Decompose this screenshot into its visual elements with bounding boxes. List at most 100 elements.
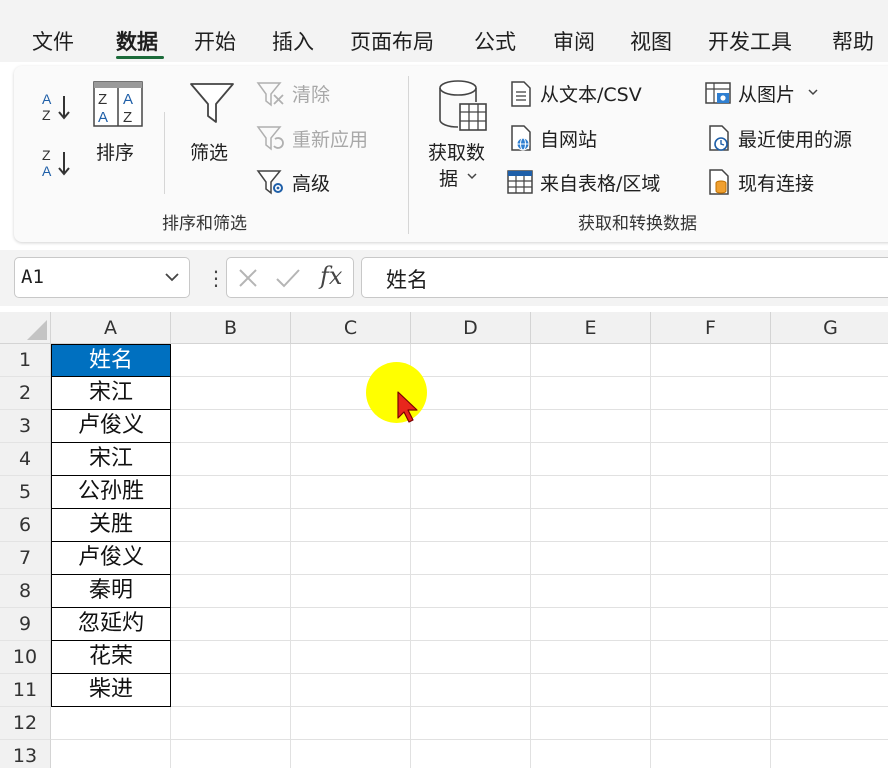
get-data-button-line2[interactable]: 据 xyxy=(439,164,458,191)
from-web-button[interactable]: 自网站 xyxy=(540,125,597,152)
gridline-horizontal xyxy=(51,508,888,509)
from-picture-button[interactable]: 从图片 xyxy=(738,80,795,107)
row-header[interactable]: 11 xyxy=(0,674,51,707)
tab-page-layout[interactable]: 页面布局 xyxy=(350,26,434,56)
row-header[interactable]: 9 xyxy=(0,608,51,641)
column-header-g[interactable]: G xyxy=(771,312,888,344)
filter-button[interactable]: 筛选 xyxy=(190,138,228,165)
table-cell[interactable]: 宋江 xyxy=(51,377,171,410)
row-header[interactable]: 10 xyxy=(0,641,51,674)
table-range-icon[interactable] xyxy=(506,168,534,196)
row-header[interactable]: 12 xyxy=(0,707,51,740)
text-file-icon[interactable] xyxy=(508,80,534,108)
gridline-horizontal xyxy=(51,574,888,575)
table-cell[interactable]: 卢俊义 xyxy=(51,542,171,575)
more-options-icon[interactable]: ⋮ xyxy=(206,266,226,290)
column-header-a[interactable]: A xyxy=(51,312,171,344)
tab-review[interactable]: 审阅 xyxy=(553,26,595,56)
gridline-horizontal xyxy=(51,739,888,740)
table-cell[interactable]: 宋江 xyxy=(51,443,171,476)
advanced-filter-icon[interactable] xyxy=(256,168,286,196)
tab-insert[interactable]: 插入 xyxy=(272,26,314,56)
row-header[interactable]: 8 xyxy=(0,575,51,608)
table-cell[interactable]: 花荣 xyxy=(51,641,171,674)
sort-button[interactable]: 排序 xyxy=(96,138,134,165)
recent-sources-clock-icon[interactable] xyxy=(706,124,732,152)
sort-a-to-z-icon[interactable]: A Z xyxy=(40,90,74,124)
table-cell[interactable]: 忽延灼 xyxy=(51,608,171,641)
gridline-horizontal xyxy=(51,475,888,476)
gridline-horizontal xyxy=(51,607,888,608)
ribbon-tab-bar: 文件 数据 开始 插入 页面布局 公式 审阅 视图 开发工具 帮助 xyxy=(0,0,888,62)
from-text-csv-button[interactable]: 从文本/CSV xyxy=(540,80,642,107)
picture-table-icon[interactable] xyxy=(704,80,732,108)
chevron-down-icon xyxy=(808,89,818,96)
row-header[interactable]: 1 xyxy=(0,344,51,377)
tab-view[interactable]: 视图 xyxy=(630,26,672,56)
table-cell[interactable]: 柴进 xyxy=(51,674,171,707)
recent-sources-button[interactable]: 最近使用的源 xyxy=(738,125,852,152)
svg-text:Z: Z xyxy=(98,91,107,108)
gridline-vertical xyxy=(770,344,771,768)
row-header[interactable]: 3 xyxy=(0,410,51,443)
column-header-f[interactable]: F xyxy=(651,312,771,344)
database-table-icon[interactable] xyxy=(436,78,490,134)
tab-data[interactable]: 数据 xyxy=(116,26,158,56)
get-data-button[interactable]: 获取数 xyxy=(428,138,485,165)
row-header[interactable]: 13 xyxy=(0,740,51,768)
worksheet-grid[interactable]: A B C D E F G 1 2 3 4 5 6 7 8 9 10 11 12 13 姓名 宋江 卢俊义 宋江 公孙胜 关胜 卢俊… xyxy=(0,312,888,768)
insert-function-icon[interactable]: fx xyxy=(320,262,342,290)
filter-funnel-icon[interactable] xyxy=(188,80,236,128)
confirm-check-icon[interactable] xyxy=(275,267,301,289)
ribbon-separator xyxy=(164,112,165,194)
existing-connections-button[interactable]: 现有连接 xyxy=(738,169,814,196)
table-cell[interactable]: 秦明 xyxy=(51,575,171,608)
tab-file[interactable]: 文件 xyxy=(32,26,74,56)
advanced-button[interactable]: 高级 xyxy=(292,169,330,196)
row-header[interactable]: 4 xyxy=(0,443,51,476)
table-cell[interactable]: 关胜 xyxy=(51,509,171,542)
gridline-horizontal xyxy=(51,442,888,443)
header-cell[interactable]: 姓名 xyxy=(51,344,171,377)
row-header[interactable]: 7 xyxy=(0,542,51,575)
existing-connections-icon[interactable] xyxy=(706,168,732,196)
name-box[interactable]: A1 xyxy=(14,257,190,298)
row-header[interactable]: 5 xyxy=(0,476,51,509)
tab-formulas[interactable]: 公式 xyxy=(474,26,516,56)
web-globe-icon[interactable] xyxy=(508,124,534,152)
reapply-filter-icon[interactable] xyxy=(256,124,286,152)
column-header-e[interactable]: E xyxy=(531,312,651,344)
clear-button[interactable]: 清除 xyxy=(292,80,330,107)
formula-input[interactable]: 姓名 xyxy=(361,257,888,298)
chevron-down-icon[interactable] xyxy=(163,268,181,286)
svg-text:Z: Z xyxy=(42,107,51,123)
column-header-d[interactable]: D xyxy=(411,312,531,344)
formula-value: 姓名 xyxy=(386,268,428,292)
column-header-b[interactable]: B xyxy=(171,312,291,344)
sort-dialog-icon[interactable]: Z A A Z xyxy=(92,78,144,130)
row-header[interactable]: 2 xyxy=(0,377,51,410)
svg-text:Z: Z xyxy=(42,147,51,163)
svg-text:A: A xyxy=(98,109,108,126)
column-header-c[interactable]: C xyxy=(291,312,411,344)
select-all-corner[interactable] xyxy=(0,312,51,344)
table-cell[interactable]: 公孙胜 xyxy=(51,476,171,509)
tab-help[interactable]: 帮助 xyxy=(832,26,874,56)
gridline-horizontal xyxy=(51,541,888,542)
tab-developer[interactable]: 开发工具 xyxy=(708,26,792,56)
reapply-button[interactable]: 重新应用 xyxy=(292,125,368,152)
gridline-horizontal xyxy=(51,409,888,410)
from-table-range-button[interactable]: 来自表格/区域 xyxy=(540,169,660,196)
ribbon-group-separator xyxy=(408,76,409,234)
cancel-icon[interactable] xyxy=(237,267,259,289)
tab-home[interactable]: 开始 xyxy=(194,26,236,56)
ribbon-panel: A Z Z A Z A A Z 排序 筛选 清除 重新应用 高级 排序和筛选 获… xyxy=(14,66,888,242)
table-cell[interactable]: 卢俊义 xyxy=(51,410,171,443)
svg-text:A: A xyxy=(42,163,52,179)
svg-text:A: A xyxy=(42,91,52,107)
get-transform-group-label: 获取和转换数据 xyxy=(578,214,697,234)
row-header[interactable]: 6 xyxy=(0,509,51,542)
formula-tools: fx xyxy=(226,257,354,298)
clear-filter-icon[interactable] xyxy=(256,80,286,108)
sort-z-to-a-icon[interactable]: Z A xyxy=(40,146,74,180)
